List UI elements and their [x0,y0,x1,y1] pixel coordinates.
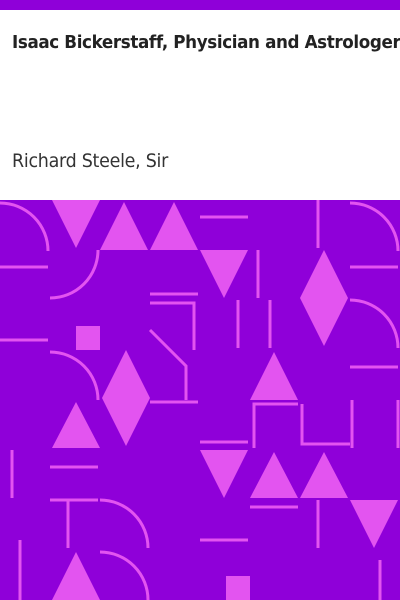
cover-pattern-art [0,200,400,600]
pattern-square [76,326,100,350]
book-title: Isaac Bickerstaff, Physician and Astrolo… [12,32,400,53]
top-color-bar [0,0,400,10]
book-author: Richard Steele, Sir [12,150,169,172]
pattern-square [226,576,250,600]
